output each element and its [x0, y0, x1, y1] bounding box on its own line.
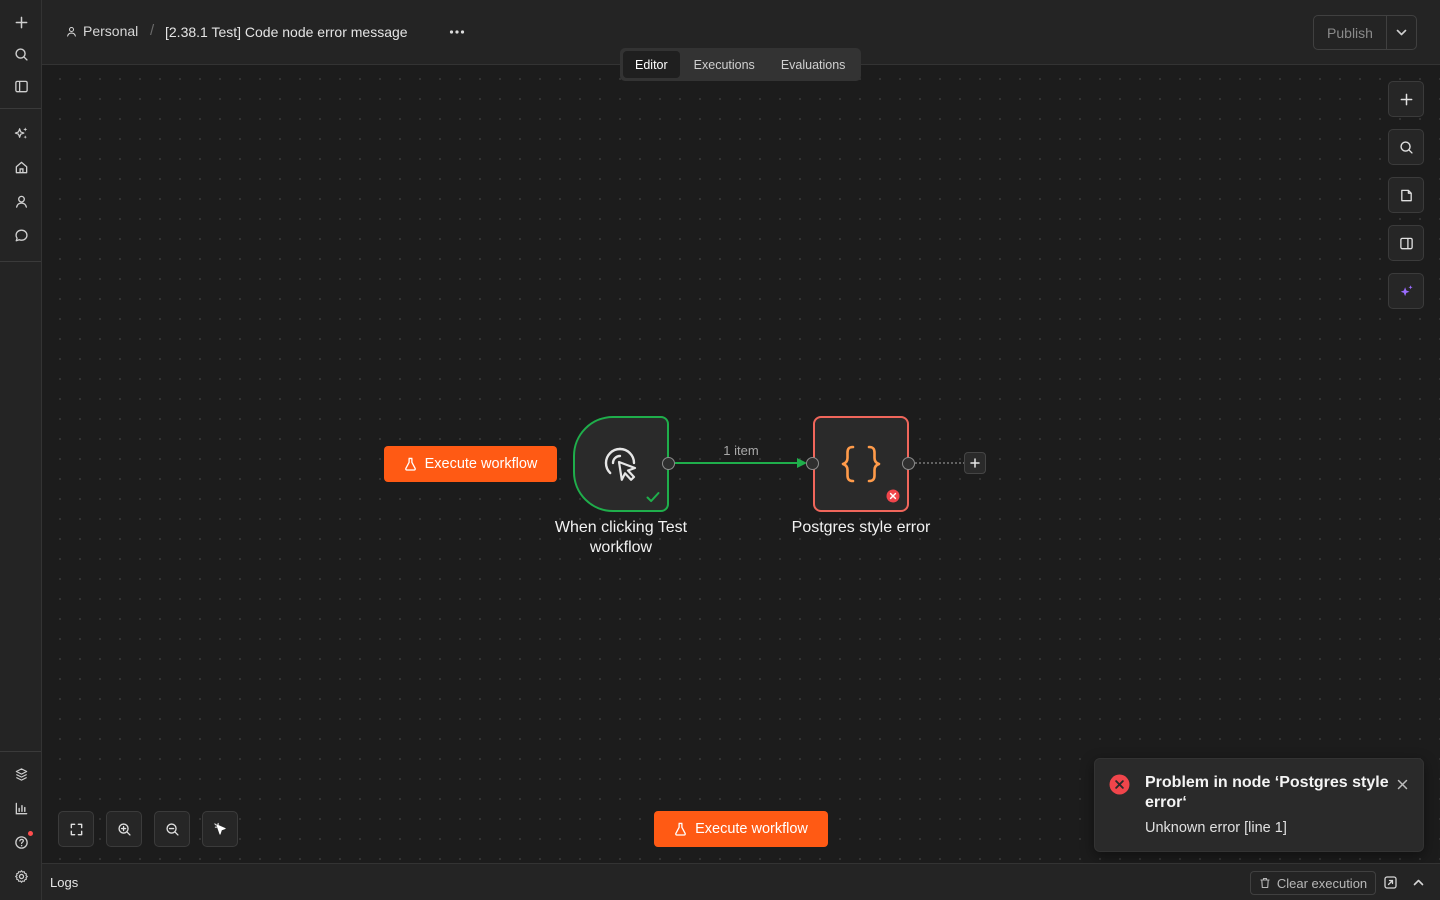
close-icon[interactable]: [1393, 775, 1411, 793]
node-trigger[interactable]: [573, 416, 669, 512]
chevron-up-icon[interactable]: [1409, 873, 1427, 891]
fit-view-button[interactable]: [58, 811, 94, 847]
edge-item-count: 1 item: [723, 443, 759, 458]
clear-execution-label: Clear execution: [1276, 875, 1368, 891]
toast-message: Unknown error [line 1]: [1145, 820, 1287, 836]
pop-out-icon[interactable]: [1381, 873, 1399, 891]
node-label: When clicking Test workflow: [554, 519, 688, 556]
trash-icon: [1260, 877, 1270, 889]
tidy-up-button[interactable]: [202, 811, 238, 847]
node-output-handle[interactable]: [902, 457, 915, 470]
node-code[interactable]: [813, 416, 909, 512]
logs-panel-bar[interactable]: Logs Clear execution: [42, 863, 1440, 900]
add-icon: [970, 458, 980, 468]
error-x-icon: [886, 489, 900, 503]
zoom-out-button[interactable]: [154, 811, 190, 847]
execute-workflow-label: Execute workflow: [695, 821, 808, 837]
clear-execution-button[interactable]: Clear execution: [1250, 871, 1376, 895]
check-icon: [646, 492, 660, 503]
toast-title: Problem in node ‘Postgres style error‘: [1145, 774, 1389, 811]
add-next-node-button[interactable]: [964, 452, 986, 474]
fullscreen-icon: [70, 823, 82, 835]
logs-label: Logs: [50, 875, 79, 890]
flask-icon: [675, 822, 686, 836]
zoom-in-icon: [117, 822, 131, 836]
code-braces-icon: [841, 445, 881, 483]
node-input-handle[interactable]: [806, 457, 819, 470]
wand-cursor-icon: [213, 822, 226, 835]
error-toast: Problem in node ‘Postgres style error‘ U…: [1094, 758, 1424, 852]
node-output-handle[interactable]: [662, 457, 675, 470]
zoom-in-button[interactable]: [106, 811, 142, 847]
error-circle-icon: [1109, 774, 1130, 795]
node-label: Postgres style error: [791, 519, 931, 536]
execute-workflow-bottom-button[interactable]: Execute workflow: [654, 811, 828, 847]
zoom-out-icon: [165, 822, 179, 836]
cursor-click-icon: [604, 447, 637, 481]
